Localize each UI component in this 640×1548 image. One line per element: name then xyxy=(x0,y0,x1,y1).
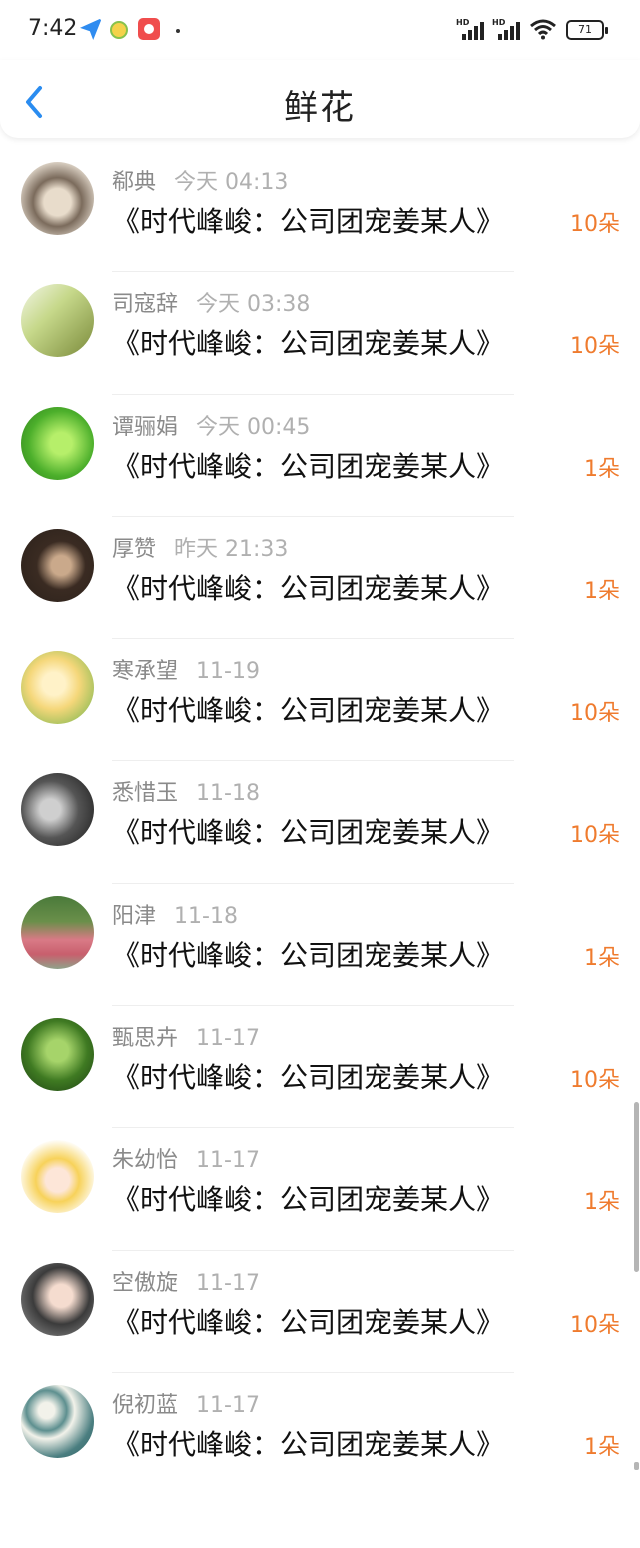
user-name: 倪初蓝 11-17 xyxy=(112,1392,260,1418)
book-title: 《时代峰峻：公司团宠姜某人》 xyxy=(112,1183,505,1217)
avatar[interactable] xyxy=(21,406,94,480)
wifi-icon xyxy=(530,19,556,40)
book-title: 《时代峰峻：公司团宠姜某人》 xyxy=(112,938,505,972)
flower-count: 10朵 xyxy=(570,334,620,360)
book-title: 《时代峰峻：公司团宠姜某人》 xyxy=(112,816,505,850)
user-name: 司寇辞 今天 03:38 xyxy=(112,292,311,318)
avatar[interactable] xyxy=(21,162,94,235)
list-item[interactable]: 倪初蓝 11-17 《时代峰峻：公司团宠姜某人》 1朵 xyxy=(0,1373,640,1495)
more-notifications-dot-icon xyxy=(176,29,180,33)
avatar[interactable] xyxy=(21,773,94,847)
battery-indicator: 71 xyxy=(566,20,608,40)
list-item[interactable]: 司寇辞 今天 03:38 《时代峰峻：公司团宠姜某人》 10朵 xyxy=(0,272,640,395)
timestamp: 昨天 21:33 xyxy=(174,536,289,562)
timestamp: 11-17 xyxy=(196,1026,260,1052)
flower-count: 1朵 xyxy=(584,1434,620,1460)
book-title: 《时代峰峻：公司团宠姜某人》 xyxy=(112,1305,505,1339)
flower-count: 1朵 xyxy=(584,1190,620,1216)
user-name: 空傲旋 11-17 xyxy=(112,1270,260,1296)
timestamp: 11-17 xyxy=(196,1148,260,1174)
list-item[interactable]: 空傲旋 11-17 《时代峰峻：公司团宠姜某人》 10朵 xyxy=(0,1251,640,1373)
chat-app-icon xyxy=(110,21,128,39)
user-name: 甄思卉 11-17 xyxy=(112,1026,260,1052)
flower-count: 10朵 xyxy=(570,1068,620,1094)
flower-count: 10朵 xyxy=(570,212,620,237)
avatar[interactable] xyxy=(21,528,94,602)
timestamp: 11-18 xyxy=(174,903,238,929)
list-item[interactable]: 悉惜玉 11-18 《时代峰峻：公司团宠姜某人》 10朵 xyxy=(0,761,640,884)
list-item[interactable]: 朱幼怡 11-17 《时代峰峻：公司团宠姜某人》 1朵 xyxy=(0,1128,640,1251)
timestamp: 11-17 xyxy=(196,1392,260,1418)
list-item[interactable]: 阳津 11-18 《时代峰峻：公司团宠姜某人》 1朵 xyxy=(0,884,640,1007)
flower-list: 郗典 今天 04:13 《时代峰峻：公司团宠姜某人》 10朵 司寇辞 今天 03:3… xyxy=(0,150,640,1495)
signal-icon: HD xyxy=(456,18,486,40)
send-app-icon xyxy=(80,18,102,40)
flower-count: 1朵 xyxy=(584,456,620,482)
scrollbar-end-marker xyxy=(634,1462,639,1470)
avatar[interactable] xyxy=(21,1384,94,1458)
book-title: 《时代峰峻：公司团宠姜某人》 xyxy=(112,1427,505,1461)
avatar[interactable] xyxy=(21,1262,94,1336)
timestamp: 11-18 xyxy=(196,781,260,807)
flower-count: 10朵 xyxy=(570,823,620,849)
timestamp: 今天 04:13 xyxy=(174,170,289,195)
timestamp: 11-19 xyxy=(196,659,260,685)
flower-count: 10朵 xyxy=(570,1312,620,1338)
list-item[interactable]: 郗典 今天 04:13 《时代峰峻：公司团宠姜某人》 10朵 xyxy=(0,150,640,273)
timestamp: 11-17 xyxy=(196,1270,260,1296)
book-title: 《时代峰峻：公司团宠姜某人》 xyxy=(112,327,505,361)
nav-header: 鲜花 xyxy=(0,60,640,138)
user-name: 阳津 11-18 xyxy=(112,903,238,929)
page-title: 鲜花 xyxy=(284,88,356,128)
user-name: 悉惜玉 11-18 xyxy=(112,781,260,807)
user-name: 厚赞 昨天 21:33 xyxy=(112,536,289,562)
avatar[interactable] xyxy=(21,651,94,725)
avatar[interactable] xyxy=(21,895,94,969)
status-time: 7:42 xyxy=(28,16,78,41)
flower-count: 10朵 xyxy=(570,701,620,727)
list-item[interactable]: 谭骊娟 今天 00:45 《时代峰峻：公司团宠姜某人》 1朵 xyxy=(0,395,640,517)
user-name: 郗典 今天 04:13 xyxy=(112,170,289,195)
avatar[interactable] xyxy=(21,1018,94,1092)
status-bar: 7:42 HD HD 71 xyxy=(0,0,640,60)
book-title: 《时代峰峻：公司团宠姜某人》 xyxy=(112,571,505,605)
list-item[interactable]: 厚赞 昨天 21:33 《时代峰峻：公司团宠姜某人》 1朵 xyxy=(0,517,640,640)
flower-count: 1朵 xyxy=(584,578,620,604)
book-title: 《时代峰峻：公司团宠姜某人》 xyxy=(112,1061,505,1095)
list-item[interactable]: 寒承望 11-19 《时代峰峻：公司团宠姜某人》 10朵 xyxy=(0,639,640,762)
book-title: 《时代峰峻：公司团宠姜某人》 xyxy=(112,694,505,728)
book-title: 《时代峰峻：公司团宠姜某人》 xyxy=(112,205,505,238)
book-title: 《时代峰峻：公司团宠姜某人》 xyxy=(112,449,505,483)
user-name: 寒承望 11-19 xyxy=(112,659,260,685)
signal-icon-2: HD xyxy=(492,18,522,40)
timestamp: 今天 00:45 xyxy=(196,414,311,440)
user-name: 朱幼怡 11-17 xyxy=(112,1148,260,1174)
timestamp: 今天 03:38 xyxy=(196,292,311,318)
flower-count: 1朵 xyxy=(584,945,620,971)
reader-app-icon xyxy=(138,18,160,40)
scrollbar-thumb[interactable] xyxy=(634,1102,639,1272)
avatar[interactable] xyxy=(21,284,94,358)
user-name: 谭骊娟 今天 00:45 xyxy=(112,414,311,440)
list-item[interactable]: 甄思卉 11-17 《时代峰峻：公司团宠姜某人》 10朵 xyxy=(0,1006,640,1129)
avatar[interactable] xyxy=(21,1140,94,1214)
